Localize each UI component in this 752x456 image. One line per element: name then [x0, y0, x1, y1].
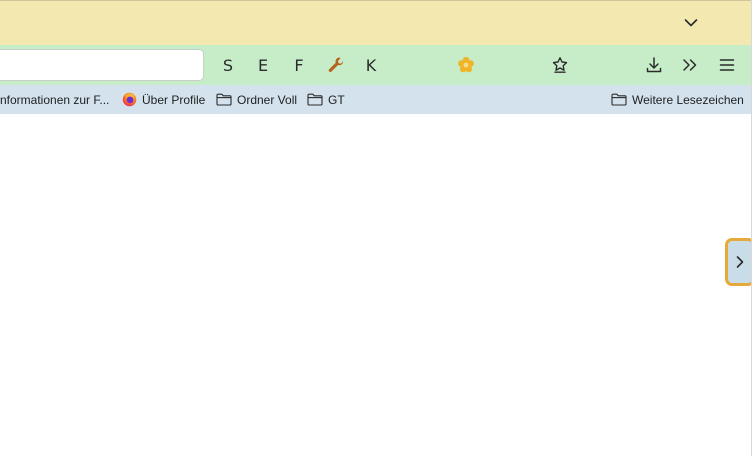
list-all-tabs-button[interactable] [676, 9, 706, 37]
wrench-extension-button[interactable] [321, 50, 351, 80]
chevron-down-icon [684, 19, 698, 27]
url-input[interactable] [0, 50, 203, 80]
download-icon [646, 57, 662, 73]
star-puzzle-icon [552, 57, 568, 73]
browser-window: S E F K nformationen zur F... Über Profi… [0, 0, 752, 456]
extension-s-button[interactable]: S [213, 50, 243, 80]
page-content [0, 114, 751, 456]
chevron-right-icon [736, 256, 744, 268]
bookmark-informationen[interactable]: nformationen zur F... [0, 90, 109, 109]
overflow-menu-button[interactable] [675, 50, 705, 80]
navigation-toolbar: S E F K [0, 45, 751, 85]
overflow-chevrons-icon [683, 59, 697, 71]
hamburger-menu-icon [719, 59, 735, 71]
bookmark-folder-weitere-lesezeichen[interactable]: Weitere Lesezeichen [611, 90, 744, 109]
bookmark-label: Über Profile [142, 92, 206, 107]
folder-icon [216, 93, 232, 106]
extension-k-label: K [365, 55, 377, 75]
extension-f-label: F [294, 55, 304, 75]
downloads-button[interactable] [639, 50, 669, 80]
extension-f-button[interactable]: F [284, 50, 314, 80]
folder-icon [307, 93, 323, 106]
bookmark-label: GT [328, 92, 345, 107]
folder-icon [611, 93, 627, 106]
app-menu-button[interactable] [712, 50, 742, 80]
wrench-icon [328, 57, 344, 72]
extension-e-label: E [257, 55, 269, 75]
bookmark-label: nformationen zur F... [0, 92, 110, 107]
extensions-button[interactable] [545, 50, 575, 80]
bookmark-folder-gt[interactable]: GT [307, 90, 345, 109]
firefox-icon [122, 92, 137, 107]
flower-icon [458, 56, 474, 73]
bookmark-folder-ordner-voll[interactable]: Ordner Voll [216, 90, 297, 109]
extension-k-button[interactable]: K [356, 50, 386, 80]
extension-s-label: S [222, 55, 234, 75]
bookmark-ueber-profile[interactable]: Über Profile [122, 90, 205, 109]
extension-e-button[interactable]: E [248, 50, 278, 80]
flower-extension-button[interactable] [451, 50, 481, 80]
bookmark-label: Weitere Lesezeichen [632, 92, 744, 107]
bookmarks-toolbar: nformationen zur F... Über Profile Ordne… [0, 85, 751, 114]
sidebar-toggle-button[interactable] [725, 238, 751, 286]
tab-strip [0, 0, 751, 45]
url-bar[interactable] [0, 49, 204, 81]
bookmark-label: Ordner Voll [237, 92, 298, 107]
